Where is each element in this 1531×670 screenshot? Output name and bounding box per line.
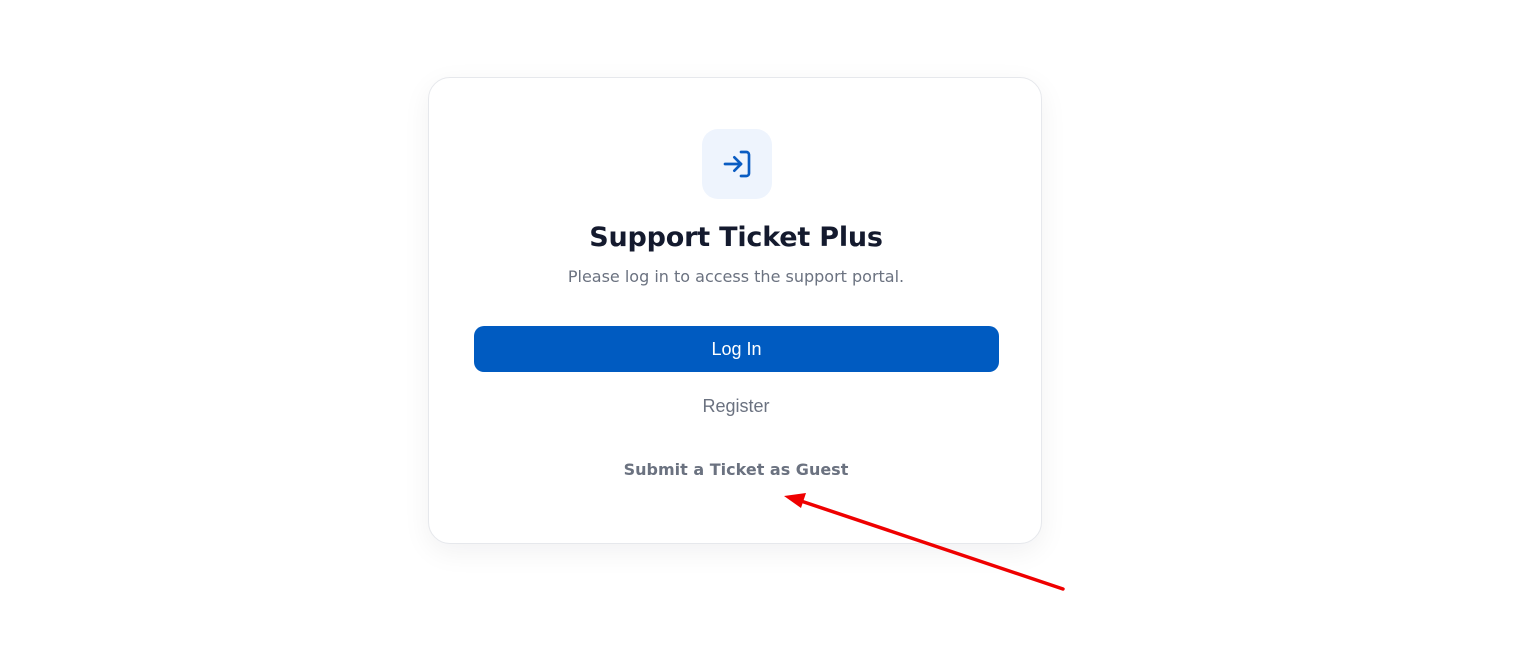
login-button-label: Log In: [711, 338, 762, 359]
page: Support Ticket Plus Please log in to acc…: [0, 0, 1531, 670]
login-subtitle: Please log in to access the support port…: [567, 267, 905, 286]
submit-ticket-as-guest-link[interactable]: Submit a Ticket as Guest: [429, 458, 1043, 482]
login-arrow-icon: [723, 150, 751, 178]
register-link[interactable]: Register: [429, 394, 1043, 418]
login-button[interactable]: Log In: [474, 326, 999, 372]
login-icon-tile: [702, 129, 772, 199]
login-card: Support Ticket Plus Please log in to acc…: [428, 77, 1042, 544]
app-title: Support Ticket Plus: [589, 222, 883, 253]
